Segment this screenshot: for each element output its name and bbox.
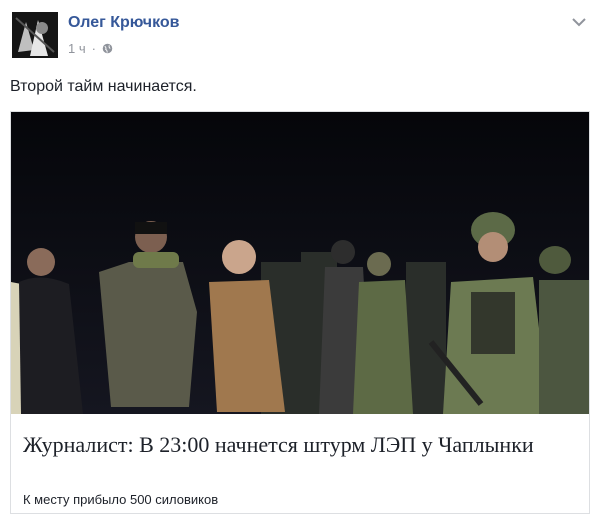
avatar-image — [12, 12, 58, 58]
avatar[interactable] — [12, 12, 58, 58]
link-title[interactable]: Журналист: В 23:00 начнется штурм ЛЭП у … — [23, 430, 563, 459]
post-header: Олег Крючков 1 ч · — [12, 12, 589, 62]
post-text: Второй тайм начинается. — [10, 78, 197, 95]
link-image[interactable] — [11, 112, 589, 414]
link-description: К месту прибыло 500 силовиков — [23, 492, 219, 507]
link-card[interactable]: Журналист: В 23:00 начнется штурм ЛЭП у … — [10, 111, 590, 514]
post-timestamp[interactable]: 1 ч — [68, 41, 86, 56]
separator-dot: · — [91, 41, 96, 56]
post-meta: 1 ч · — [68, 41, 113, 56]
night-scene-photo — [11, 112, 589, 414]
globe-icon[interactable] — [102, 43, 113, 54]
author-name[interactable]: Олег Крючков — [68, 14, 179, 32]
chevron-down-icon[interactable] — [571, 16, 587, 28]
